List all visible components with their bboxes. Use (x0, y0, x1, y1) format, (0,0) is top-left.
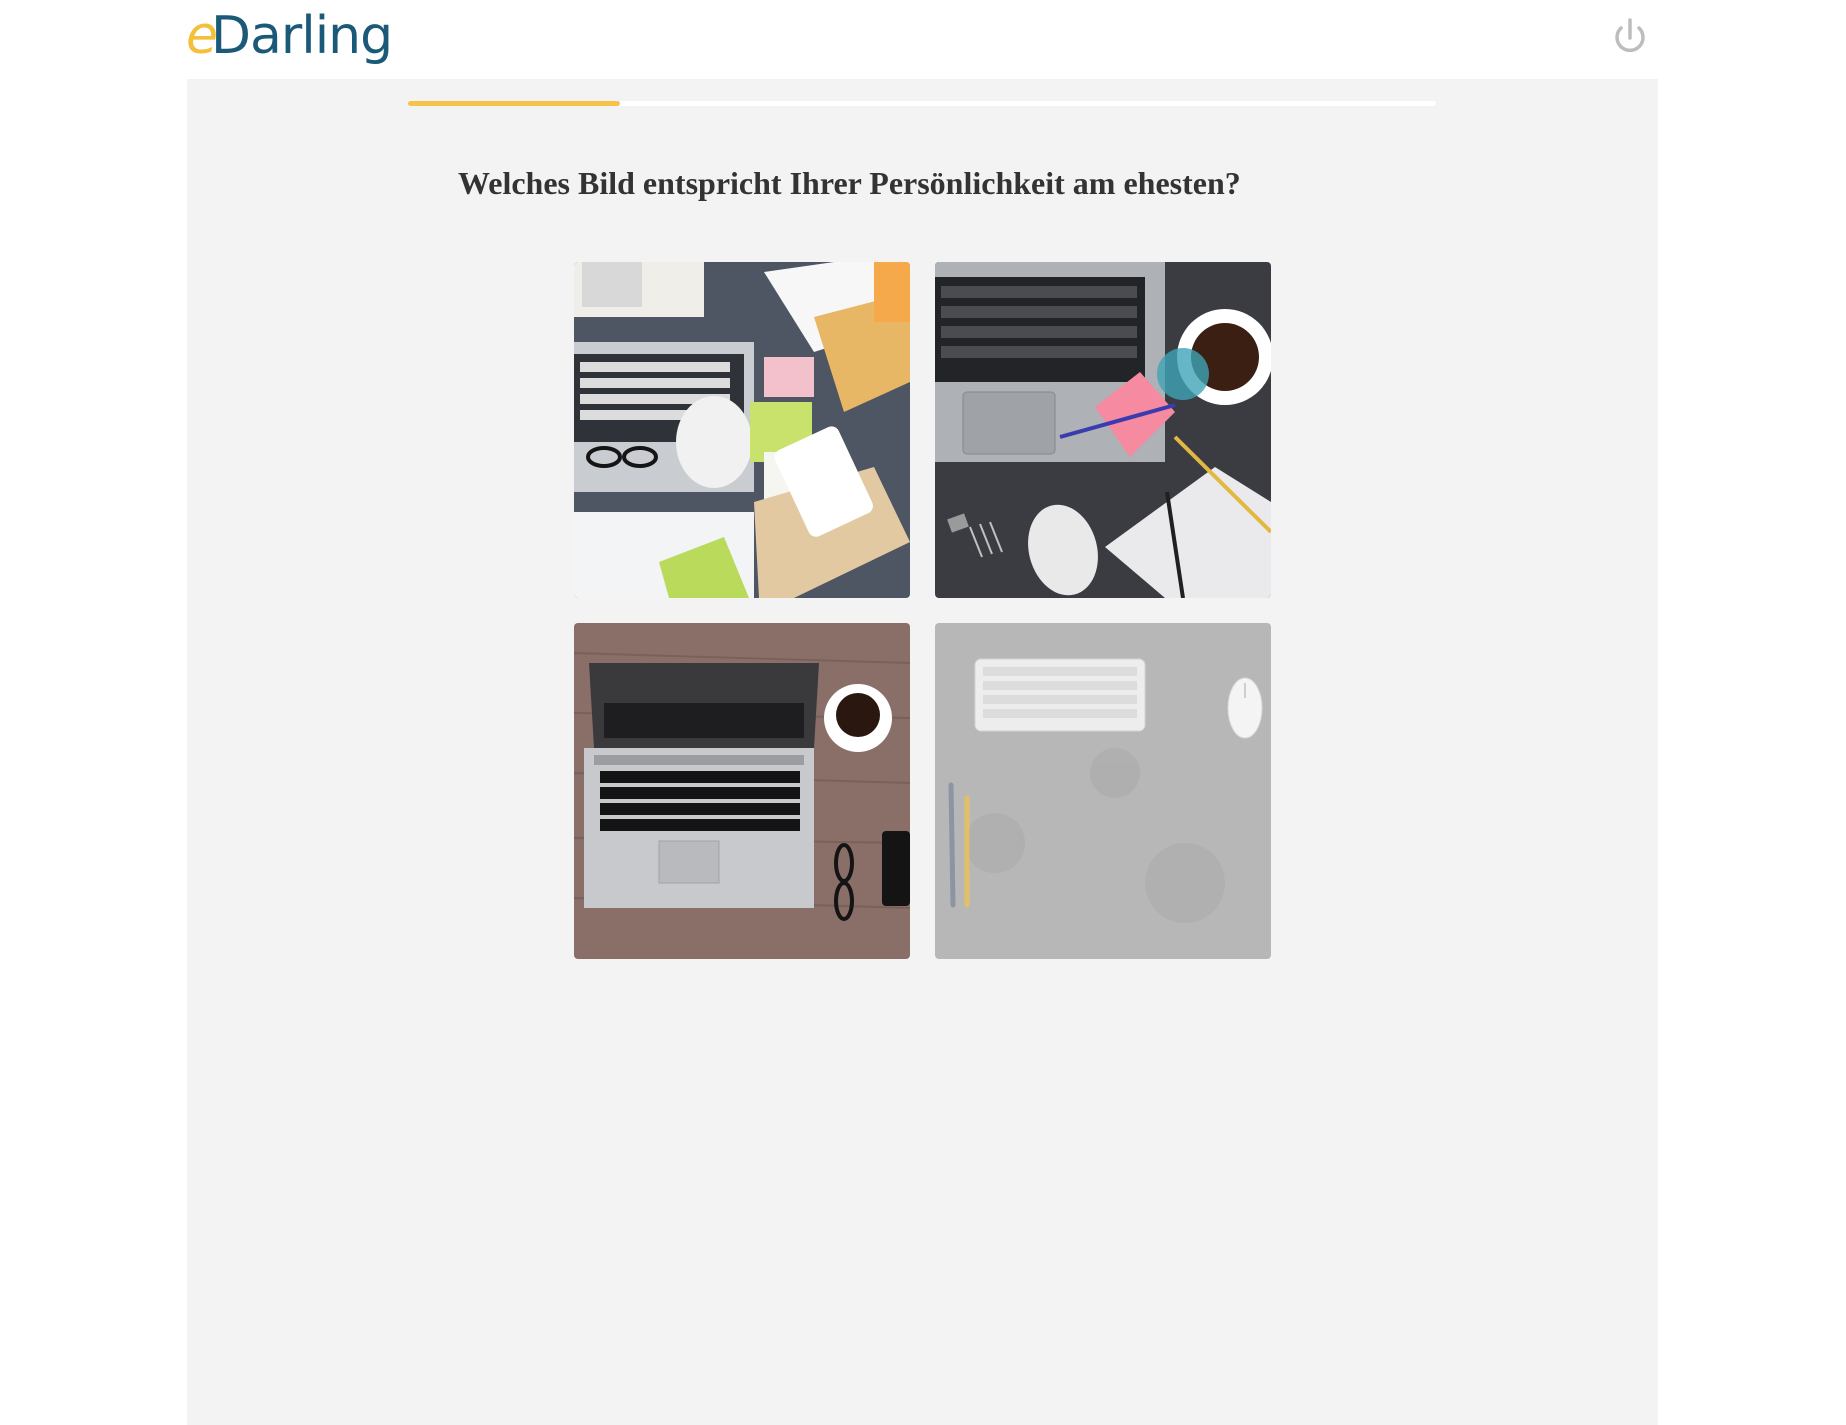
progress-bar-fill (408, 101, 620, 106)
desk-photo-dark-coffee (935, 262, 1271, 598)
option-image-4[interactable] (935, 623, 1271, 959)
quiz-panel: Welches Bild entspricht Ihrer Persönlich… (187, 79, 1658, 1425)
option-image-2[interactable] (935, 262, 1271, 598)
option-image-3[interactable] (574, 623, 910, 959)
logout-button[interactable] (1612, 16, 1648, 58)
desk-photo-minimal-keyboard (935, 623, 1271, 959)
option-image-1[interactable] (574, 262, 910, 598)
edarling-logo[interactable]: eDarling (186, 4, 393, 68)
progress-bar (408, 101, 1436, 106)
header: eDarling (0, 0, 1846, 79)
logo-text: Darling (211, 6, 393, 66)
desk-photo-wooden-laptop (574, 623, 910, 959)
power-icon (1615, 18, 1645, 53)
question-title: Welches Bild entspricht Ihrer Persönlich… (458, 165, 1241, 201)
desk-photo-cluttered (574, 262, 910, 598)
